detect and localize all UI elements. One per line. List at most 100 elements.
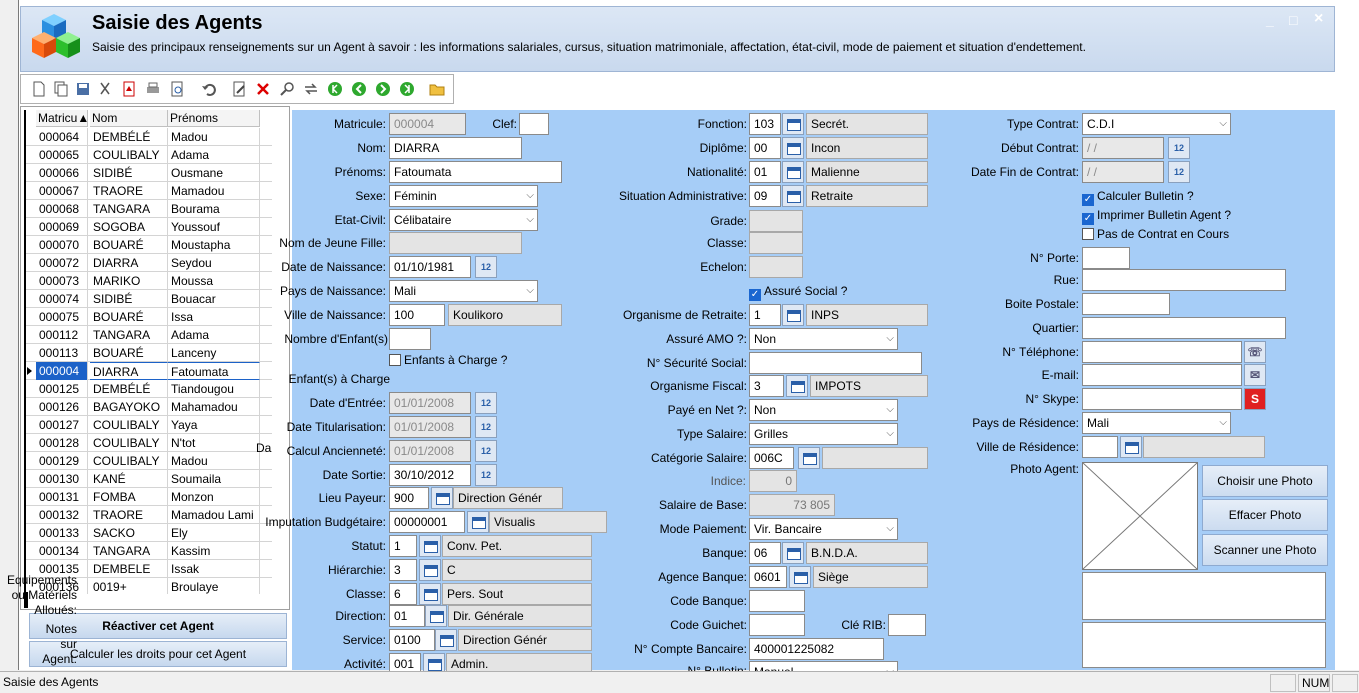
table-row[interactable]: 000133 SACKO Ely: [26, 524, 272, 542]
agence-banque-lookup-button[interactable]: [789, 566, 811, 588]
previous-record-icon[interactable]: [351, 81, 367, 97]
service-code-input[interactable]: 0100: [389, 629, 435, 651]
table-row[interactable]: 000125 DEMBÉLÉ Tiandougou: [26, 380, 272, 398]
table-row[interactable]: 000134 TANGARA Kassim: [26, 542, 272, 560]
date-sortie-input[interactable]: 30/10/2012: [389, 464, 471, 486]
email-input[interactable]: [1082, 364, 1242, 386]
diplome-code-input[interactable]: 00: [749, 137, 781, 159]
refresh-icon[interactable]: [303, 81, 319, 97]
grid-header-0[interactable]: Matricu▲: [36, 110, 89, 127]
direction-lookup-button[interactable]: [425, 605, 447, 627]
imputation-lookup-button[interactable]: [467, 511, 489, 533]
debut-contrat-input[interactable]: / /: [1082, 137, 1164, 159]
categorie-salaire-lookup-button[interactable]: [798, 447, 820, 469]
imprimer-bulletin-checkbox[interactable]: ✓ Imprimer Bulletin Agent ?: [1082, 206, 1231, 225]
duplicate-icon[interactable]: [53, 81, 69, 97]
num-secu-input[interactable]: [749, 352, 922, 374]
table-row[interactable]: 000132 TRAORE Mamadou Lami: [26, 506, 272, 524]
banque-lookup-button[interactable]: [782, 542, 804, 564]
debut-contrat-calendar-icon[interactable]: 12: [1168, 137, 1190, 159]
mail-icon[interactable]: ✉: [1244, 364, 1266, 386]
service-lookup-button[interactable]: [435, 629, 457, 651]
save-icon[interactable]: [75, 81, 91, 97]
mode-paiement-select[interactable]: Vir. Bancaire ⌵: [749, 518, 898, 540]
undo-icon[interactable]: [201, 81, 217, 97]
close-window-button[interactable]: ×: [1314, 10, 1323, 28]
pays-naissance-select[interactable]: Mali ⌵: [389, 280, 538, 302]
table-row[interactable]: 000065 COULIBALY Adama: [26, 146, 272, 164]
next-record-icon[interactable]: [375, 81, 391, 97]
enfants-charge-checkbox[interactable]: Enfants à Charge ?: [389, 351, 507, 369]
matricule-input[interactable]: 000004: [389, 113, 466, 135]
table-row[interactable]: 000127 COULIBALY Yaya: [26, 416, 272, 434]
statut-code-input[interactable]: 1: [389, 535, 417, 557]
code-banque-input[interactable]: [749, 590, 805, 612]
choose-photo-button[interactable]: Choisir une Photo: [1202, 465, 1328, 497]
date-entree-calendar-icon[interactable]: 12: [475, 392, 497, 414]
num-porte-input[interactable]: [1082, 247, 1130, 269]
calcul-anciennete-input[interactable]: 01/01/2008: [389, 440, 471, 462]
sexe-select[interactable]: Féminin ⌵: [389, 185, 538, 207]
table-row[interactable]: 000129 COULIBALY Madou: [26, 452, 272, 470]
table-row[interactable]: 000004 DIARRA Fatoumata: [26, 362, 272, 380]
assure-amo-select[interactable]: Non ⌵: [749, 328, 898, 350]
date-sortie-calendar-icon[interactable]: 12: [475, 464, 497, 486]
date-entree-input[interactable]: 01/01/2008: [389, 392, 471, 414]
etat-civil-select[interactable]: Célibataire ⌵: [389, 209, 538, 231]
agent-grid[interactable]: Matricu▲ Nom Prénoms 000064 DEMBÉLÉ Madou 0000…: [24, 110, 272, 594]
type-salaire-select[interactable]: Grilles ⌵: [749, 423, 898, 445]
direction-code-input[interactable]: 01: [389, 605, 425, 627]
categorie-salaire-code-input[interactable]: 006C: [749, 447, 794, 469]
ville-residence-lookup-button[interactable]: [1120, 436, 1142, 458]
clear-photo-button[interactable]: Effacer Photo: [1202, 499, 1328, 531]
organisme-fiscal-code-input[interactable]: 3: [749, 375, 784, 397]
table-row[interactable]: 000069 SOGOBA Youssouf: [26, 218, 272, 236]
date-titularisation-calendar-icon[interactable]: 12: [475, 416, 497, 438]
statut-lookup-button[interactable]: [419, 535, 441, 557]
fonction-lookup-button[interactable]: [782, 113, 804, 135]
date-titularisation-input[interactable]: 01/01/2008: [389, 416, 471, 438]
prenoms-input[interactable]: Fatoumata: [389, 161, 562, 183]
calculer-bulletin-checkbox[interactable]: ✓ Calculer Bulletin ?: [1082, 187, 1194, 206]
pas-contrat-checkbox[interactable]: Pas de Contrat en Cours: [1082, 225, 1229, 243]
table-row[interactable]: 000113 BOUARÉ Lanceny: [26, 344, 272, 362]
ville-naissance-code-input[interactable]: 100: [389, 304, 445, 326]
minimize-button[interactable]: _: [1266, 12, 1274, 28]
date-naissance-input[interactable]: 01/10/1981: [389, 256, 471, 278]
table-row[interactable]: 000130 KANÉ Soumaila: [26, 470, 272, 488]
notes-textarea[interactable]: [1082, 622, 1326, 668]
organisme-retraite-code-input[interactable]: 1: [749, 304, 781, 326]
table-row[interactable]: 000066 SIDIBÉ Ousmane: [26, 164, 272, 182]
table-row[interactable]: 000112 TANGARA Adama: [26, 326, 272, 344]
table-row[interactable]: 000073 MARIKO Moussa: [26, 272, 272, 290]
hierarchie-code-input[interactable]: 3: [389, 559, 417, 581]
code-guichet-input[interactable]: [749, 614, 805, 636]
table-row[interactable]: 000074 SIDIBÉ Bouacar: [26, 290, 272, 308]
table-row[interactable]: 000070 BOUARÉ Moustapha: [26, 236, 272, 254]
cut-icon[interactable]: [97, 81, 113, 97]
calcul-anciennete-calendar-icon[interactable]: 12: [475, 440, 497, 462]
lieu-payeur-code-input[interactable]: 900: [389, 487, 429, 509]
equipements-textarea[interactable]: [1082, 572, 1326, 620]
print-icon[interactable]: [145, 81, 161, 97]
num-compte-input[interactable]: 400001225082: [749, 638, 884, 660]
telephone-input[interactable]: [1082, 341, 1242, 363]
scan-photo-button[interactable]: Scanner une Photo: [1202, 534, 1328, 566]
edit-icon[interactable]: [231, 81, 247, 97]
grid-header-2[interactable]: Prénoms: [168, 110, 260, 127]
skype-input[interactable]: [1082, 388, 1242, 410]
ville-residence-code-input[interactable]: [1082, 436, 1118, 458]
imputation-code-input[interactable]: 00000001: [389, 511, 465, 533]
situation-admin-lookup-button[interactable]: [782, 185, 804, 207]
folder-icon[interactable]: [429, 81, 445, 97]
date-fin-contrat-calendar-icon[interactable]: 12: [1168, 161, 1190, 183]
table-row[interactable]: 000064 DEMBÉLÉ Madou: [26, 128, 272, 146]
assure-social-checkbox[interactable]: ✓ Assuré Social ?: [749, 282, 847, 301]
agence-banque-code-input[interactable]: 0601: [749, 566, 787, 588]
classe-code-input[interactable]: 6: [389, 583, 417, 605]
organisme-fiscal-lookup-button[interactable]: [786, 375, 808, 397]
classe-lookup-button[interactable]: [419, 583, 441, 605]
table-row[interactable]: 000075 BOUARÉ Issa: [26, 308, 272, 326]
phone-icon[interactable]: ☏: [1244, 341, 1266, 363]
table-row[interactable]: 000131 FOMBA Monzon: [26, 488, 272, 506]
